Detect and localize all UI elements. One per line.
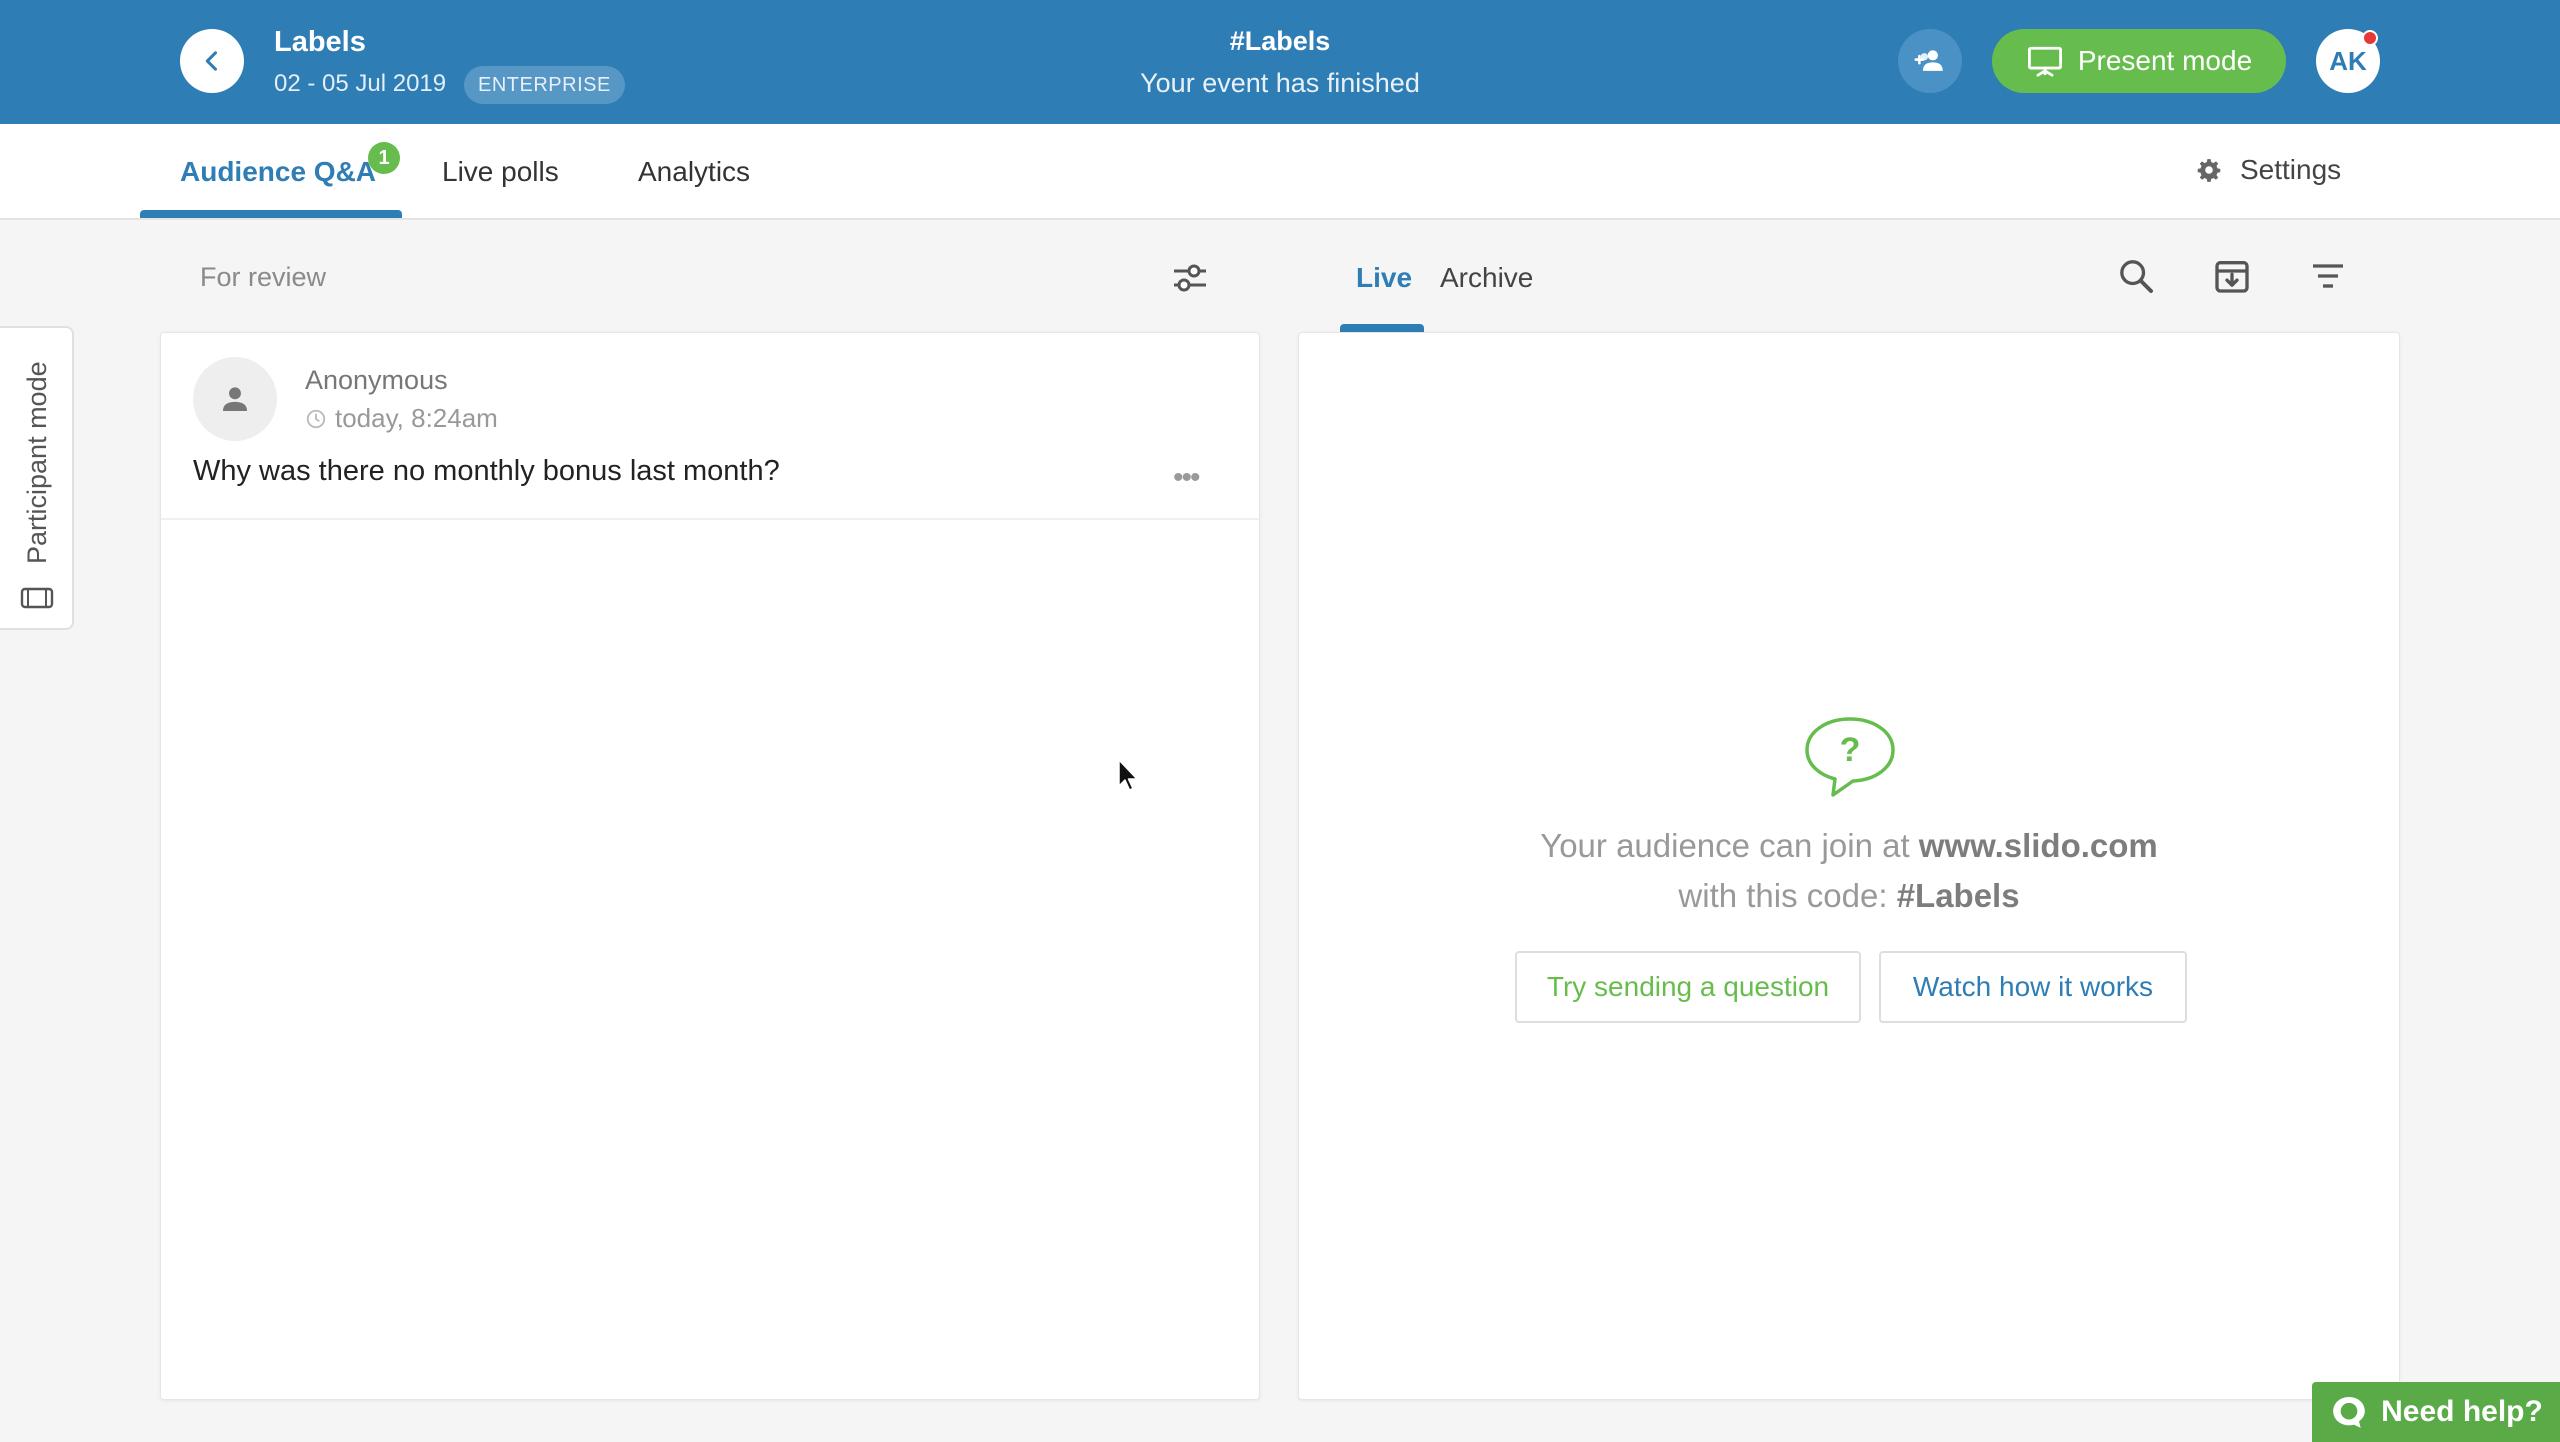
person-icon — [222, 387, 248, 412]
tab-live[interactable]: Live — [1356, 262, 1412, 294]
mouse-cursor-icon — [1118, 759, 1138, 791]
join-prefix: Your audience can join at — [1540, 827, 1919, 864]
notification-dot — [2362, 30, 2378, 46]
event-status: Your event has finished — [1140, 68, 1420, 98]
sliders-icon[interactable] — [1170, 260, 1210, 296]
gear-icon — [2197, 159, 2221, 182]
settings-button[interactable]: Settings — [2196, 154, 2341, 186]
code-prefix: with this code: — [1678, 877, 1897, 914]
main-tab-bar: Audience Q&A 1 Live polls Analytics Sett… — [0, 124, 2560, 220]
present-mode-button[interactable]: Present mode — [1992, 29, 2286, 93]
need-help-button[interactable]: Need help? — [2312, 1382, 2560, 1442]
event-dates: 02 - 05 Jul 2019 — [274, 70, 447, 97]
more-options-icon[interactable]: ••• — [1173, 461, 1200, 495]
participant-mode-label: Participant mode — [22, 361, 52, 564]
add-user-icon — [1914, 50, 1943, 71]
tab-analytics[interactable]: Analytics — [638, 156, 750, 188]
tab-archive[interactable]: Archive — [1440, 262, 1533, 294]
join-code-line: with this code: #Labels — [1299, 877, 2399, 915]
divider — [161, 518, 1259, 520]
filter-icon[interactable] — [2308, 256, 2348, 296]
present-mode-label: Present mode — [2077, 45, 2253, 76]
for-review-label: For review — [200, 262, 327, 292]
svg-text:?: ? — [1840, 731, 1861, 769]
anonymous-avatar — [193, 357, 277, 441]
mobile-device-icon — [20, 587, 54, 609]
event-code: #Labels — [1229, 26, 1331, 56]
chat-bubble-icon — [2333, 1397, 2365, 1428]
invite-users-button[interactable] — [1898, 29, 1962, 93]
qa-count-badge: 1 — [368, 142, 400, 174]
tab-audience-qa[interactable]: Audience Q&A — [180, 156, 376, 188]
watch-how-it-works-button[interactable]: Watch how it works — [1879, 951, 2187, 1023]
review-question-list: Anonymous today, 8:24am Why was there no… — [160, 332, 1260, 1400]
question-time: today, 8:24am — [335, 403, 498, 433]
participant-mode-tab[interactable]: Participant mode — [0, 326, 74, 630]
user-initials: AK — [2329, 45, 2367, 76]
live-question-panel: ? Your audience can join at www.slido.co… — [1298, 332, 2400, 1400]
question-timestamp: today, 8:24am — [305, 403, 498, 434]
need-help-label: Need help? — [2381, 1395, 2543, 1428]
question-text: Why was there no monthly bonus last mont… — [193, 455, 780, 487]
live-tab-indicator — [1340, 324, 1424, 332]
presentation-screen-icon — [2027, 46, 2062, 77]
join-url: www.slido.com — [1918, 827, 2158, 864]
join-code: #Labels — [1896, 877, 2020, 914]
question-author: Anonymous — [305, 365, 448, 395]
back-button[interactable] — [180, 29, 244, 93]
settings-label: Settings — [2240, 154, 2342, 185]
clock-icon — [306, 409, 326, 428]
archive-download-icon[interactable] — [2212, 256, 2252, 296]
event-title: Labels — [274, 26, 366, 58]
plan-badge: ENTERPRISE — [464, 66, 625, 104]
tab-live-polls[interactable]: Live polls — [442, 156, 559, 188]
chevron-left-icon — [205, 51, 218, 71]
top-bar: Labels 02 - 05 Jul 2019 ENTERPRISE #Labe… — [0, 0, 2560, 124]
active-tab-indicator — [140, 210, 402, 218]
search-icon[interactable] — [2116, 256, 2156, 296]
join-instructions: Your audience can join at www.slido.com — [1299, 827, 2399, 865]
try-sending-question-button[interactable]: Try sending a question — [1515, 951, 1861, 1023]
question-bubble-icon: ? — [1805, 717, 1895, 797]
